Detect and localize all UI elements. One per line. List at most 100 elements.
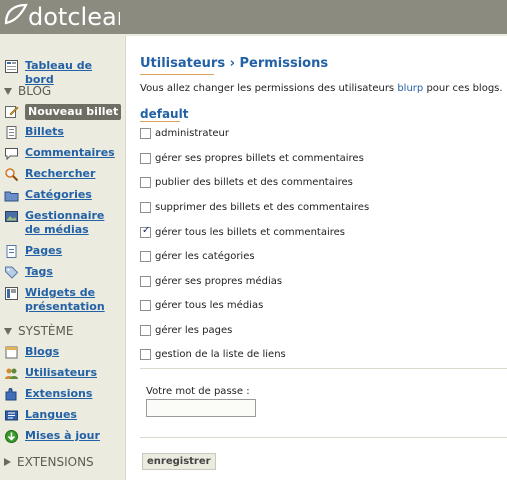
sidebar-item-users[interactable]: Utilisateurs [4, 366, 97, 381]
permission-publish[interactable]: publier des billets et des commentaires [140, 177, 353, 188]
sidebar-item-label[interactable]: Utilisateurs [25, 366, 97, 380]
checkbox[interactable] [140, 128, 151, 139]
section-blog-label: BLOG [18, 84, 52, 98]
dashboard-icon [5, 60, 18, 73]
tag-icon [5, 266, 19, 279]
sidebar-item-label[interactable]: Blogs [25, 345, 59, 359]
password-label: Votre mot de passe : [146, 386, 250, 397]
checkbox[interactable] [140, 153, 151, 164]
intro-after: pour ces blogs. [423, 83, 503, 94]
checkbox[interactable] [140, 202, 151, 213]
password-fieldset: Votre mot de passe : [140, 368, 507, 438]
permission-label: gérer les pages [155, 325, 233, 336]
collapse-icon [4, 327, 12, 335]
checkbox[interactable] [140, 300, 151, 311]
permission-label: gérer tous les médias [155, 300, 264, 311]
blog-heading: default [140, 107, 189, 121]
posts-icon [6, 126, 17, 139]
permission-label: supprimer des billets et des commentaire… [155, 202, 370, 213]
sidebar-item-label[interactable]: Extensions [25, 387, 92, 401]
checkbox[interactable] [140, 325, 151, 336]
sidebar-item-dashboard[interactable]: Tableau de bord [4, 59, 123, 87]
permission-media[interactable]: gérer ses propres médias [140, 276, 282, 287]
permission-label: gérer ses propres billets et commentaire… [155, 153, 364, 164]
sidebar-item-comments[interactable]: Commentaires [4, 146, 115, 161]
sidebar-item-blogs[interactable]: Blogs [4, 345, 59, 360]
permission-label: gérer les catégories [155, 251, 255, 262]
folder-icon [4, 191, 19, 202]
section-extensions-label: EXTENSIONS [17, 455, 94, 469]
sidebar-item-label[interactable]: Billets [25, 125, 64, 139]
new-post-icon [5, 106, 19, 118]
blogs-icon [5, 346, 18, 359]
title-underline [140, 74, 214, 75]
sidebar-item-tags[interactable]: Tags [4, 265, 53, 280]
sidebar-item-new-post[interactable]: Nouveau billet [4, 104, 122, 120]
search-icon [5, 168, 19, 182]
dotclear-logo[interactable]: dotclear [2, 1, 120, 31]
intro-text: Vous allez changer les permissions des u… [140, 83, 503, 94]
sidebar-item-search[interactable]: Rechercher [4, 167, 95, 182]
permission-delete[interactable]: supprimer des billets et des commentaire… [140, 202, 369, 213]
collapse-icon [4, 87, 12, 95]
sidebar-item-label[interactable]: Mises à jour [25, 429, 100, 443]
permission-label: publier des billets et des commentaires [155, 177, 353, 188]
sidebar-item-categories[interactable]: Catégories [4, 188, 92, 203]
update-icon [5, 430, 18, 443]
sidebar-item-label[interactable]: Rechercher [25, 167, 95, 181]
section-extensions[interactable]: EXTENSIONS [4, 455, 94, 469]
permission-blogroll[interactable]: gestion de la liste de liens [140, 349, 286, 360]
sidebar-item-label[interactable]: Gestionnaire de médias [25, 209, 121, 237]
widgets-icon [5, 287, 18, 300]
sidebar-item-media[interactable]: Gestionnaire de médias [4, 209, 122, 237]
section-system[interactable]: SYSTÈME [4, 324, 73, 338]
permission-pages[interactable]: gérer les pages [140, 325, 232, 336]
comments-icon [5, 148, 18, 161]
checkbox[interactable] [140, 349, 151, 360]
sidebar-item-label[interactable]: Nouveau billet [25, 104, 122, 120]
permission-label: gestion de la liste de liens [155, 349, 286, 360]
users-icon [5, 368, 18, 379]
permission-media-admin[interactable]: gérer tous les médias [140, 300, 263, 311]
permission-contentadmin[interactable]: gérer tous les billets et commentaires [140, 225, 345, 238]
app-header: dotclear [0, 0, 507, 34]
sidebar-item-widgets[interactable]: Widgets de présentation [4, 286, 122, 314]
permission-usage[interactable]: gérer ses propres billets et commentaire… [140, 153, 364, 164]
checkbox[interactable] [140, 251, 151, 262]
media-icon [5, 211, 18, 222]
intro-before: Vous allez changer les permissions des u… [140, 83, 398, 94]
section-system-label: SYSTÈME [18, 324, 74, 338]
sidebar-item-label[interactable]: Tableau de bord [25, 59, 123, 87]
sidebar-item-updates[interactable]: Mises à jour [4, 429, 100, 444]
sidebar-item-label[interactable]: Catégories [25, 188, 92, 202]
checkbox-checked[interactable] [140, 225, 151, 238]
languages-icon [5, 410, 18, 421]
checkbox[interactable] [140, 177, 151, 188]
permission-label: gérer ses propres médias [155, 276, 283, 287]
permission-admin[interactable]: administrateur [140, 128, 229, 139]
sidebar-item-extensions[interactable]: Extensions [4, 387, 92, 402]
permission-label: administrateur [155, 128, 230, 139]
expand-icon [4, 458, 11, 466]
sidebar-item-posts[interactable]: Billets [4, 125, 64, 140]
dotclear-logo-icon: dotclear [4, 3, 120, 31]
page-title: Utilisateurs › Permissions [140, 56, 329, 71]
sidebar-item-label[interactable]: Langues [25, 408, 77, 422]
sidebar-item-label[interactable]: Commentaires [25, 146, 115, 160]
save-button[interactable]: enregistrer [142, 453, 216, 470]
sidebar: Tableau de bord BLOG Nouveau billet Bill… [0, 34, 123, 480]
extensions-icon [5, 388, 17, 401]
password-input[interactable] [146, 399, 256, 417]
section-blog[interactable]: BLOG [4, 84, 51, 98]
permission-label: gérer tous les billets et commentaires [155, 227, 345, 238]
user-link[interactable]: blurp [397, 83, 423, 94]
sidebar-item-pages[interactable]: Pages [4, 244, 62, 259]
sidebar-item-label[interactable]: Pages [25, 244, 62, 258]
pages-icon [6, 245, 17, 258]
permission-categories[interactable]: gérer les catégories [140, 251, 255, 262]
sidebar-item-label[interactable]: Tags [25, 265, 53, 279]
sidebar-item-label[interactable]: Widgets de présentation [25, 286, 121, 314]
sidebar-item-languages[interactable]: Langues [4, 408, 77, 423]
checkbox[interactable] [140, 276, 151, 287]
blog-underline [140, 121, 180, 122]
